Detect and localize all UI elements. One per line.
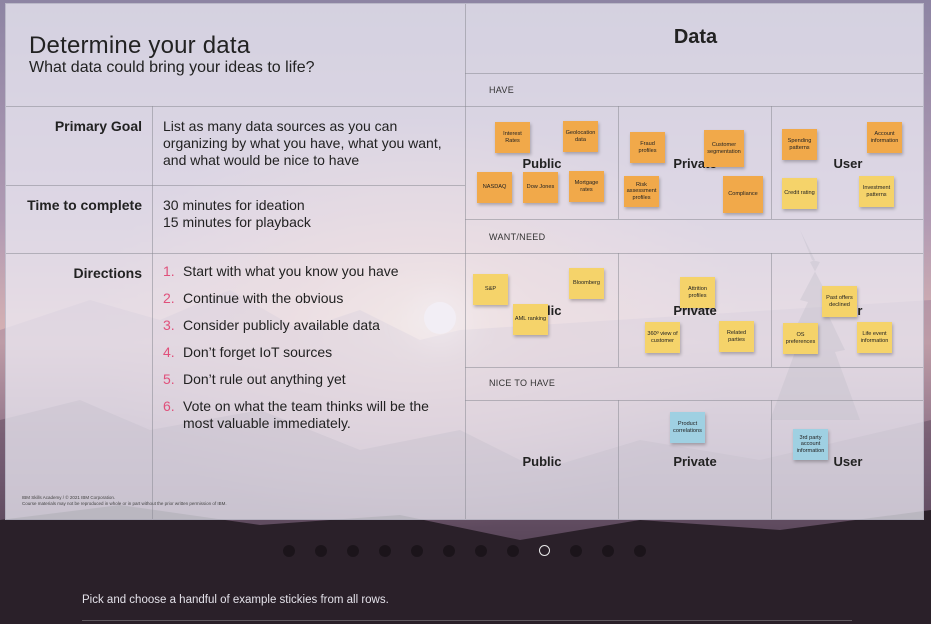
carousel-dot[interactable] xyxy=(570,545,582,557)
sticky-note[interactable]: Mortgage rates xyxy=(569,171,604,202)
time-line-ideation: 30 minutes for ideation xyxy=(163,197,305,213)
sticky-note[interactable]: Credit rating xyxy=(782,178,817,209)
direction-step: 1. Start with what you know you have xyxy=(163,263,453,280)
sticky-note[interactable]: Compliance xyxy=(723,176,763,213)
direction-step: 3. Consider publicly available data xyxy=(163,317,453,334)
divider xyxy=(465,367,923,368)
copyright-note: IBM Skills Academy / © 2021 IBM Corporat… xyxy=(22,495,282,507)
sticky-note[interactable]: 3rd party account information xyxy=(793,429,828,460)
data-canvas-board: Determine your data What data could brin… xyxy=(5,3,924,520)
direction-step: 5. Don’t rule out anything yet xyxy=(163,371,453,388)
sticky-note[interactable]: Customer segmentation xyxy=(704,130,744,167)
carousel-dot[interactable] xyxy=(475,545,487,557)
copyright-line: Course materials may not be reproduced i… xyxy=(22,501,227,506)
direction-step: 6. Vote on what the team thinks will be t… xyxy=(163,398,453,432)
category-public: Public xyxy=(522,454,562,469)
step-number: 6. xyxy=(163,398,175,414)
divider xyxy=(465,400,923,401)
direction-step: 4. Don’t forget IoT sources xyxy=(163,344,453,361)
sticky-note[interactable]: Life event information xyxy=(857,322,892,353)
sticky-note[interactable]: NASDAQ xyxy=(477,172,512,203)
carousel-dot[interactable] xyxy=(315,545,327,557)
step-text: Don’t forget IoT sources xyxy=(183,344,333,360)
category-public: Public xyxy=(522,156,562,171)
data-panel-title: Data xyxy=(673,26,718,48)
section-label-want-need: WANT/NEED xyxy=(489,232,546,242)
section-label-nice-to-have: NICE TO HAVE xyxy=(489,378,556,388)
sticky-note[interactable]: Risk assessment profiles xyxy=(624,176,659,207)
time-label: Time to complete xyxy=(27,197,142,213)
step-number: 4. xyxy=(163,344,175,360)
carousel-dot[interactable] xyxy=(283,545,295,557)
step-text: Start with what you know you have xyxy=(183,263,399,279)
page-title: Determine your data xyxy=(29,32,251,59)
carousel-dot[interactable] xyxy=(379,545,391,557)
carousel-dots xyxy=(283,545,646,557)
caption-divider xyxy=(82,620,852,621)
sticky-note[interactable]: Account information xyxy=(867,122,902,153)
sticky-note[interactable]: Interest Rates xyxy=(495,122,530,153)
sticky-note[interactable]: Investment patterns xyxy=(859,176,894,207)
step-text: Consider publicly available data xyxy=(183,317,380,333)
page-subtitle: What data could bring your ideas to life… xyxy=(29,59,315,76)
sticky-note[interactable]: Dow Jones xyxy=(523,172,558,203)
directions-label: Directions xyxy=(73,265,142,281)
sticky-note[interactable]: Attrition profiles xyxy=(680,277,715,308)
divider xyxy=(465,73,923,74)
step-number: 1. xyxy=(163,263,175,279)
section-label-have: HAVE xyxy=(489,85,515,95)
primary-goal-text: List as many data sources as you can org… xyxy=(163,118,442,168)
sticky-note[interactable]: Bloomberg xyxy=(569,268,604,299)
time-text: 30 minutes for ideation 15 minutes for p… xyxy=(163,197,443,231)
sticky-note[interactable]: Fraud profiles xyxy=(630,132,665,163)
carousel-dot-active[interactable] xyxy=(539,545,550,556)
category-private: Private xyxy=(673,454,717,469)
sticky-note[interactable]: S&P xyxy=(473,274,508,305)
step-number: 2. xyxy=(163,290,175,306)
sticky-note[interactable]: Past offers declined xyxy=(822,286,857,317)
step-text: Continue with the obvious xyxy=(183,290,344,306)
time-line-playback: 15 minutes for playback xyxy=(163,214,311,230)
divider xyxy=(465,219,923,220)
direction-step: 2. Continue with the obvious xyxy=(163,290,453,307)
divider xyxy=(465,4,466,519)
sticky-note[interactable]: Geolocation data xyxy=(563,121,598,152)
divider xyxy=(152,106,153,519)
sticky-note[interactable]: 360º view of customer xyxy=(645,322,680,353)
sticky-note[interactable]: Product correlations xyxy=(670,412,705,443)
step-text: Vote on what the team thinks will be the… xyxy=(183,398,429,431)
step-number: 3. xyxy=(163,317,175,333)
carousel-dot[interactable] xyxy=(347,545,359,557)
carousel-dot[interactable] xyxy=(634,545,646,557)
primary-goal-label: Primary Goal xyxy=(54,118,142,134)
sticky-note[interactable]: AML ranking xyxy=(513,304,548,335)
sticky-note[interactable]: OS preferences xyxy=(783,323,818,354)
slide-caption: Pick and choose a handful of example sti… xyxy=(82,594,389,606)
directions-list: 1. Start with what you know you have 2. Co… xyxy=(163,263,453,442)
carousel-dot[interactable] xyxy=(507,545,519,557)
divider xyxy=(6,185,465,186)
carousel-dot[interactable] xyxy=(411,545,423,557)
carousel-dot[interactable] xyxy=(443,545,455,557)
carousel-dot[interactable] xyxy=(602,545,614,557)
sticky-note[interactable]: Related parties xyxy=(719,321,754,352)
step-number: 5. xyxy=(163,371,175,387)
sticky-note[interactable]: Spending patterns xyxy=(782,129,817,160)
step-text: Don’t rule out anything yet xyxy=(183,371,346,387)
